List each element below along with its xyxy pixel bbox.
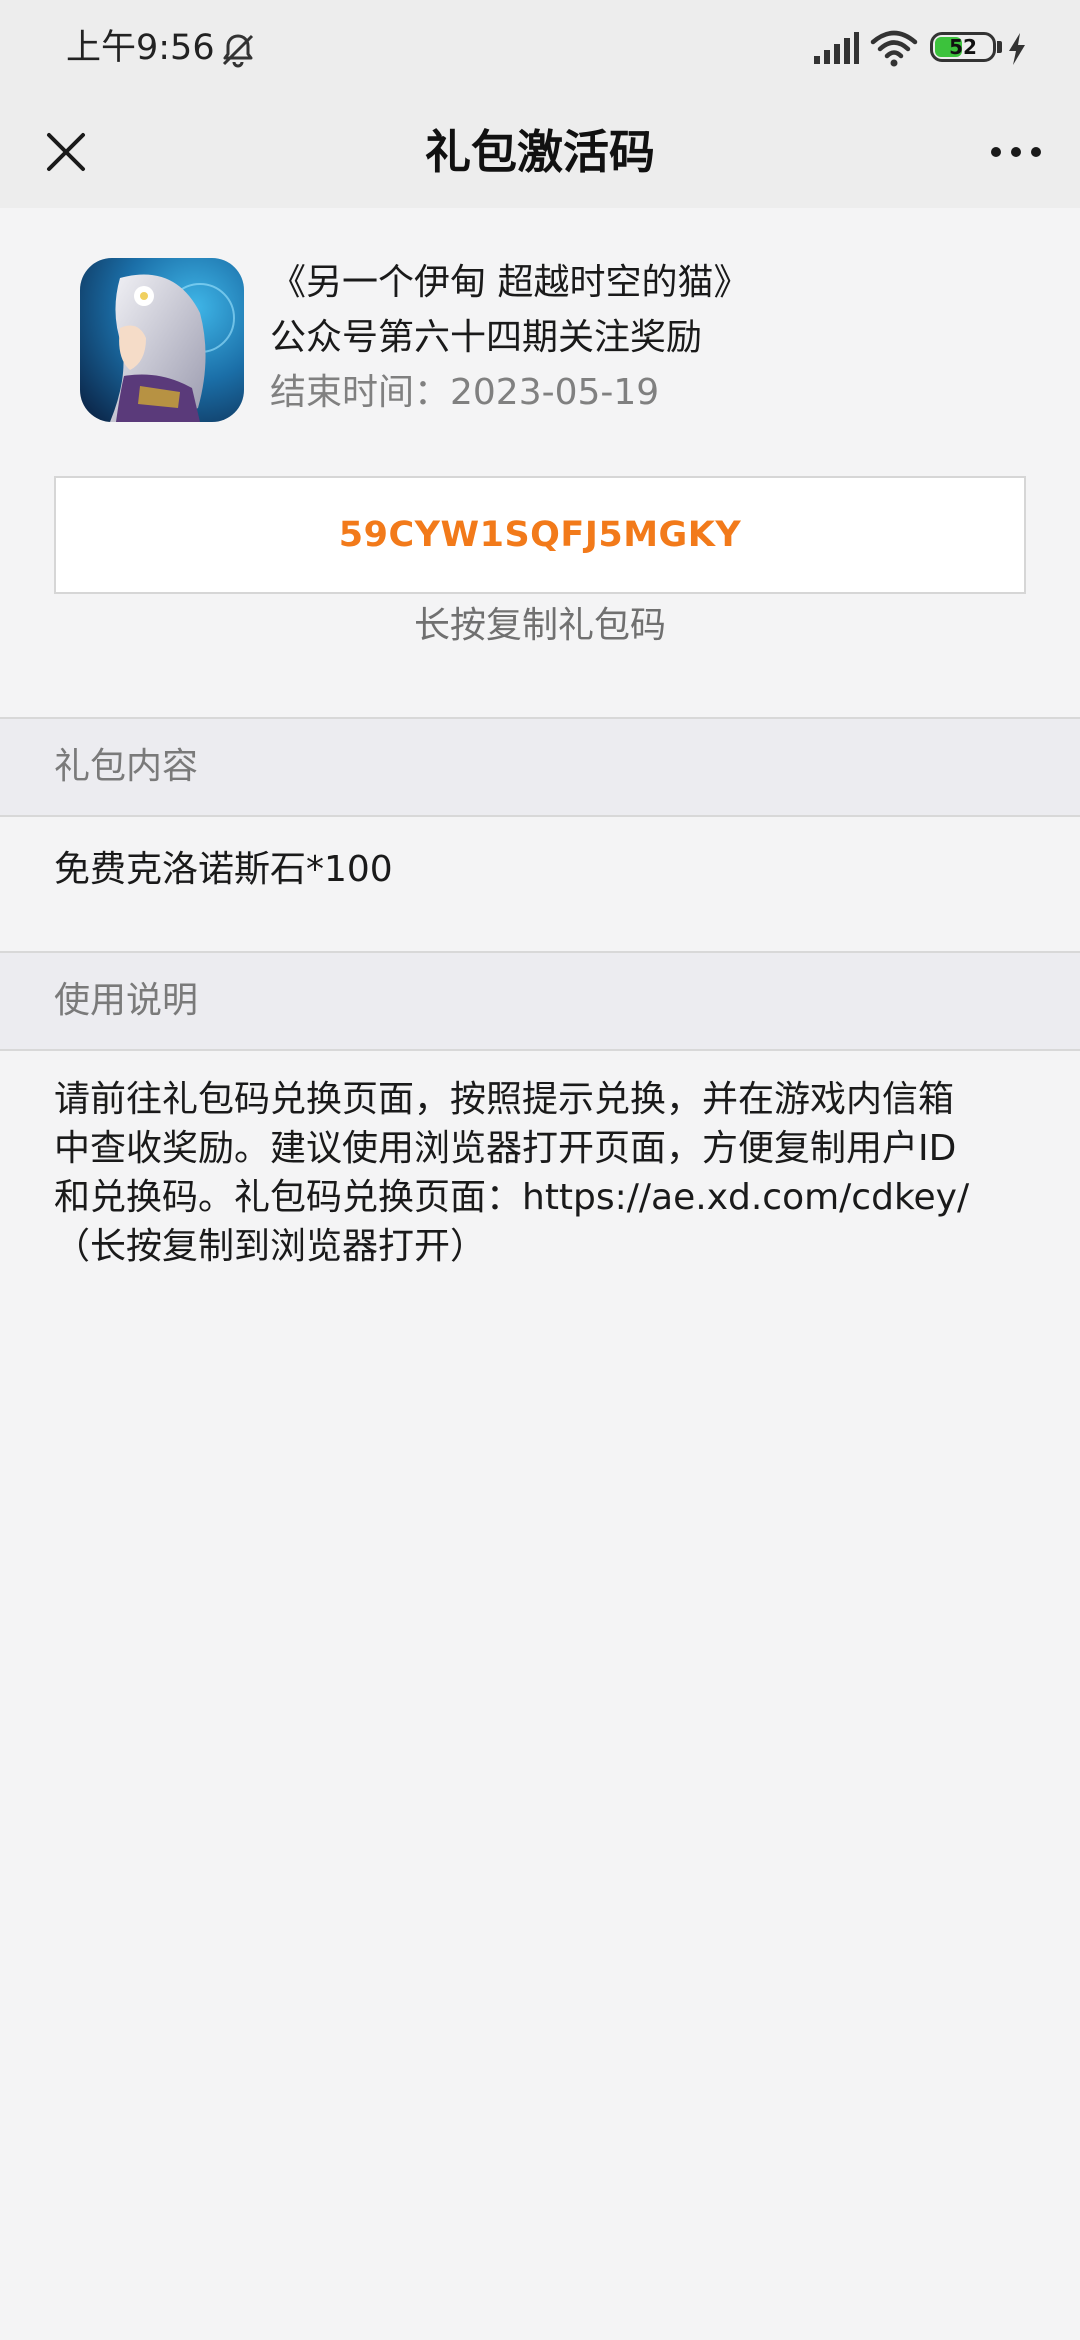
end-time: 结束时间：2023-05-19 xyxy=(270,372,660,413)
section-header-content: 礼包内容 xyxy=(0,717,1080,817)
gift-content-text: 免费克洛诺斯石*100 xyxy=(54,849,393,890)
battery-cap xyxy=(997,41,1002,53)
battery-icon: 52 xyxy=(930,32,996,62)
nav-bar: 礼包激活码 xyxy=(0,96,1080,208)
close-icon xyxy=(47,133,85,171)
page-title: 礼包激活码 xyxy=(425,125,655,179)
charging-icon xyxy=(1009,33,1025,65)
wifi-icon xyxy=(870,30,918,67)
battery-level: 52 xyxy=(949,35,977,59)
section-header-usage: 使用说明 xyxy=(0,951,1080,1051)
more-button[interactable] xyxy=(976,116,1056,188)
gift-code[interactable]: 59CYW1SQFJ5MGKY xyxy=(54,476,1026,594)
notifications-off-icon xyxy=(222,34,254,68)
close-button[interactable] xyxy=(30,116,102,188)
status-time: 上午9:56 xyxy=(66,28,215,68)
gift-info: 《另一个伊甸 超越时空的猫》 公众号第六十四期关注奖励 结束时间：2023-05… xyxy=(270,255,1050,420)
copy-hint: 长按复制礼包码 xyxy=(413,605,666,646)
instruction-line: （长按复制到浏览器打开） xyxy=(54,1226,487,1267)
instruction-line: 请前往礼包码兑换页面，按照提示兑换，并在游戏内信箱 xyxy=(54,1079,955,1120)
signal-icon xyxy=(814,32,859,64)
status-bar: 上午9:56 52 xyxy=(0,0,1080,96)
game-title: 《另一个伊甸 超越时空的猫》 xyxy=(270,262,750,303)
game-icon xyxy=(80,258,244,422)
instruction-line: 中查收奖励。建议使用浏览器打开页面，方便复制用户ID xyxy=(54,1128,957,1169)
more-icon xyxy=(991,147,1041,157)
gift-subtitle: 公众号第六十四期关注奖励 xyxy=(270,317,703,358)
instruction-line: 和兑换码。礼包码兑换页面：https://ae.xd.com/cdkey/ xyxy=(54,1177,970,1218)
usage-instructions[interactable]: 请前往礼包码兑换页面，按照提示兑换，并在游戏内信箱 中查收奖励。建议使用浏览器打… xyxy=(54,1075,1034,1271)
